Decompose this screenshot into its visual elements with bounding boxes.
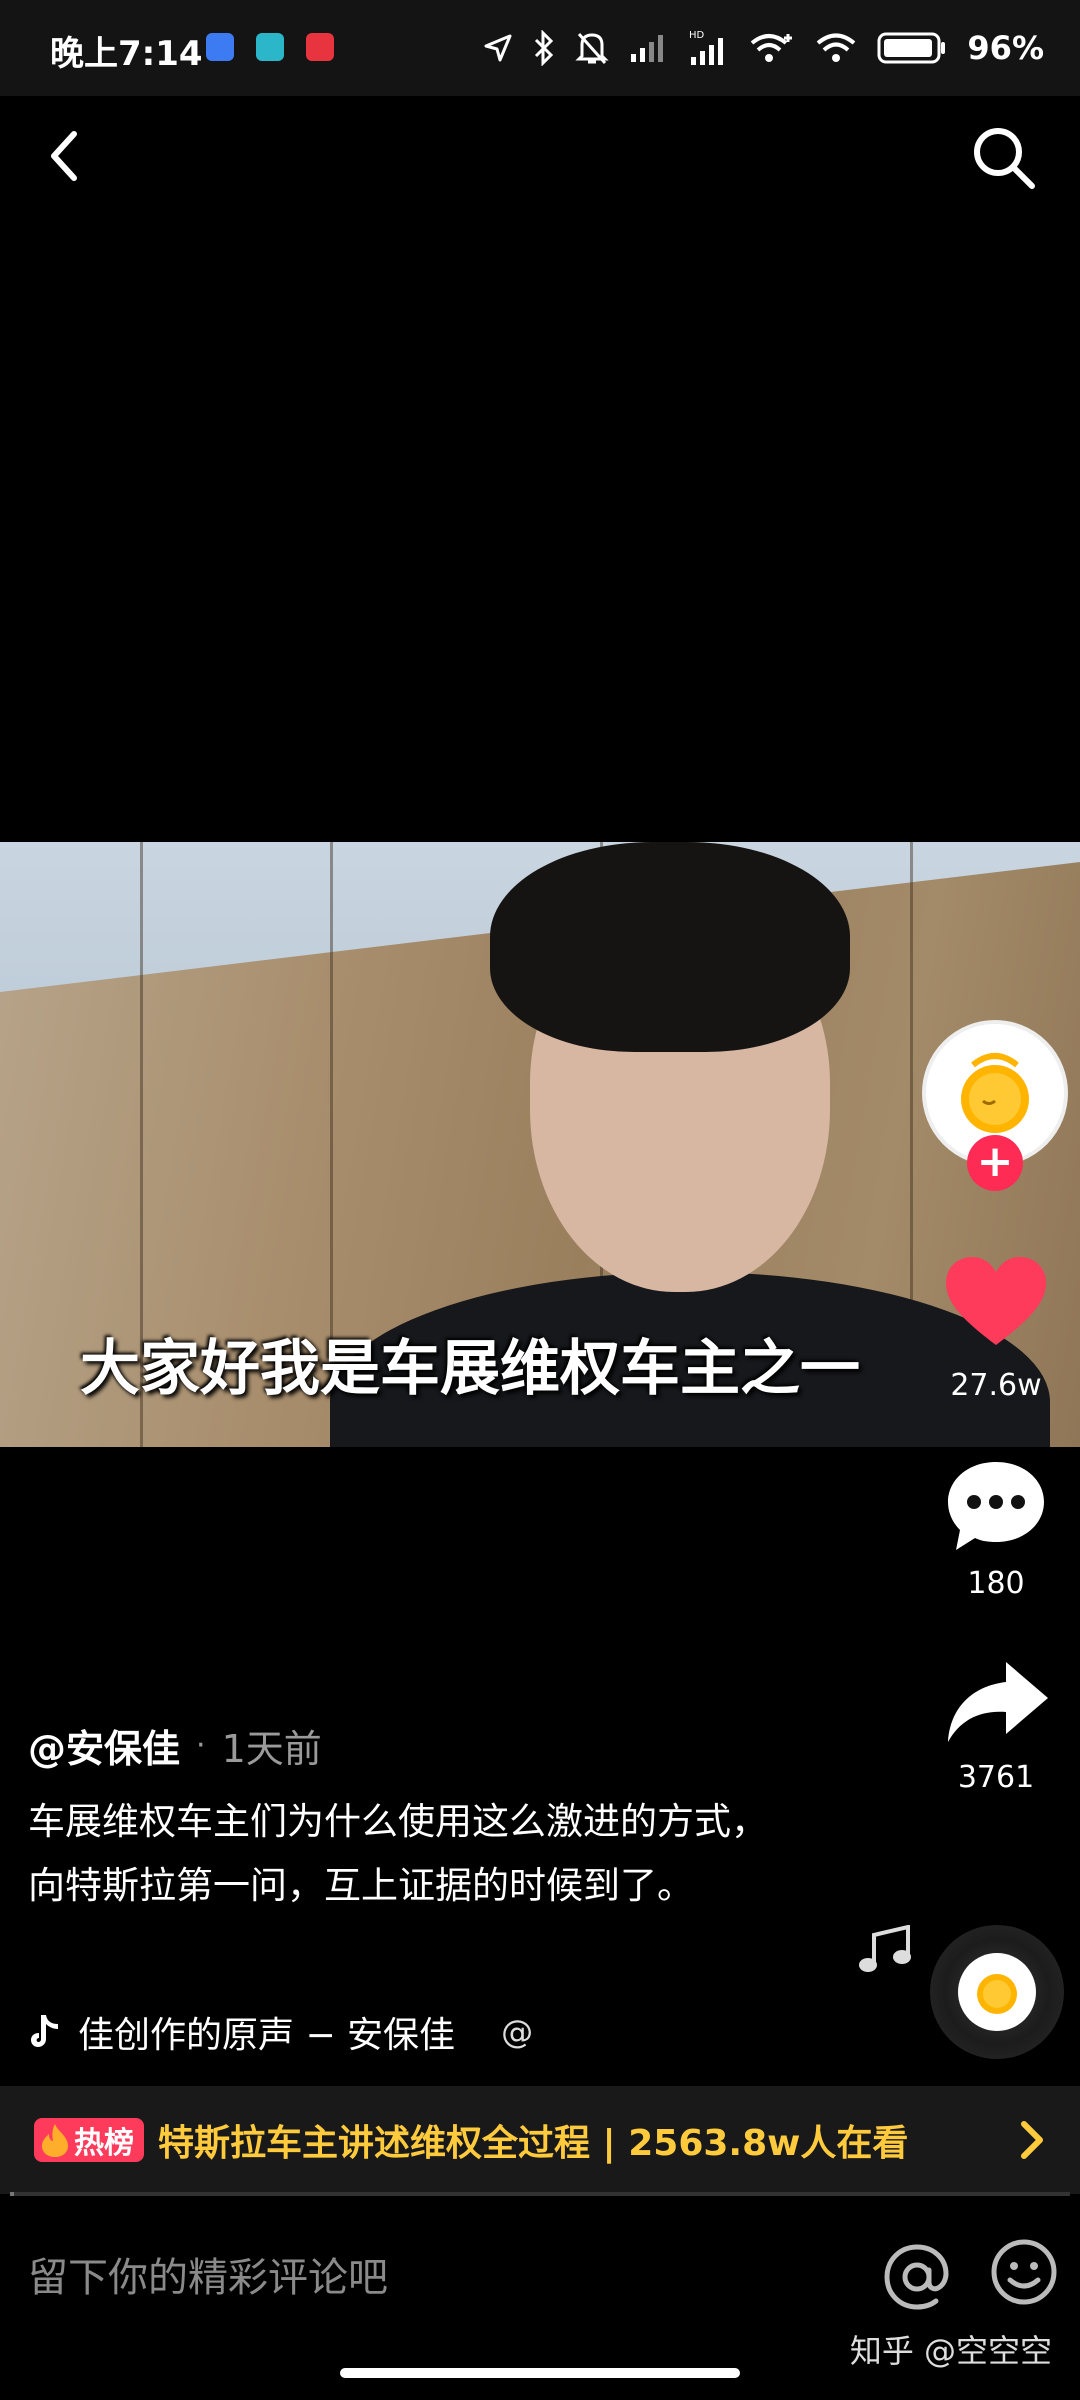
hot-badge-label: 热榜 <box>74 2126 134 2161</box>
mute-icon <box>575 32 610 65</box>
bluetooth-icon <box>535 30 554 66</box>
flame-icon <box>42 2124 68 2157</box>
share-count: 3761 <box>957 1760 1035 1795</box>
chevron-right-icon <box>1021 2121 1043 2159</box>
status-time: 晚上7:14 <box>50 34 203 74</box>
zhihu-watermark: 知乎 @空空空 <box>849 2332 1052 2370</box>
music-title: 佳创作的原声 − 安保佳 <box>78 2015 456 2056</box>
comment-count: 180 <box>967 1566 1025 1601</box>
comment-input[interactable] <box>28 2248 848 2308</box>
hot-list-banner[interactable]: 热榜 特斯拉车主讲述维权全过程 | 2563.8w人在看 <box>0 2086 1080 2194</box>
home-indicator[interactable] <box>340 2368 740 2378</box>
emoji-icon[interactable] <box>990 2238 1058 2306</box>
battery-icon <box>877 32 946 64</box>
status-bar: 晚上7:14 HD 96% <box>0 0 1080 96</box>
music-disc[interactable] <box>930 1925 1064 2059</box>
svg-text:HD: HD <box>689 30 705 41</box>
music-at: @ <box>501 2013 534 2051</box>
like-count: 27.6w <box>950 1368 1042 1403</box>
back-button[interactable] <box>38 120 94 192</box>
search-icon[interactable] <box>966 120 1042 196</box>
author-name[interactable]: @安保佳 <box>28 1718 180 1773</box>
notification-app-icon <box>206 33 234 61</box>
signal-icon <box>631 35 664 62</box>
video-progress-bar[interactable] <box>10 2192 1070 2196</box>
battery-percent: 96% <box>967 29 1044 67</box>
status-icons: HD 96% <box>483 22 1044 74</box>
music-line[interactable]: 佳创作的原声 − 安保佳 @ <box>28 2006 533 2058</box>
video-subtitle: 大家好我是车展维权车主之一 <box>80 1334 860 1404</box>
separator-dot: · <box>196 1728 206 1763</box>
music-disc-cover <box>958 1953 1036 2031</box>
share-arrow-icon[interactable] <box>946 1660 1050 1744</box>
signal-hd-icon: HD <box>689 30 724 65</box>
follow-button[interactable]: + <box>967 1135 1023 1191</box>
comment-bubble-icon[interactable] <box>944 1458 1048 1554</box>
disc-sun-icon <box>977 1974 1017 2014</box>
avatar-sun-icon <box>961 1053 1029 1133</box>
video-person-hair <box>490 842 850 1052</box>
notification-app-icon <box>306 33 334 61</box>
video-description[interactable]: 车展维权车主们为什么使用这么激进的方式，向特斯拉第一问，互上证据的时候到了。 <box>28 1790 788 1918</box>
like-heart-icon[interactable] <box>944 1255 1048 1347</box>
hot-badge: 热榜 <box>34 2118 144 2162</box>
wifi-icon <box>817 33 856 62</box>
wifi-plus-icon <box>751 34 793 62</box>
mention-at-icon[interactable] <box>882 2242 952 2312</box>
hot-topic-title: 特斯拉车主讲述维权全过程 | 2563.8w人在看 <box>158 2123 909 2164</box>
location-icon <box>484 34 512 62</box>
music-note-icon <box>859 1925 911 1972</box>
video-progress-fill <box>10 2192 15 2196</box>
douyin-logo-icon <box>31 2015 58 2047</box>
author-line: @安保佳 · 1天前 <box>28 1718 322 1773</box>
notification-app-icon <box>256 33 284 61</box>
post-time: 1天前 <box>221 1727 322 1771</box>
